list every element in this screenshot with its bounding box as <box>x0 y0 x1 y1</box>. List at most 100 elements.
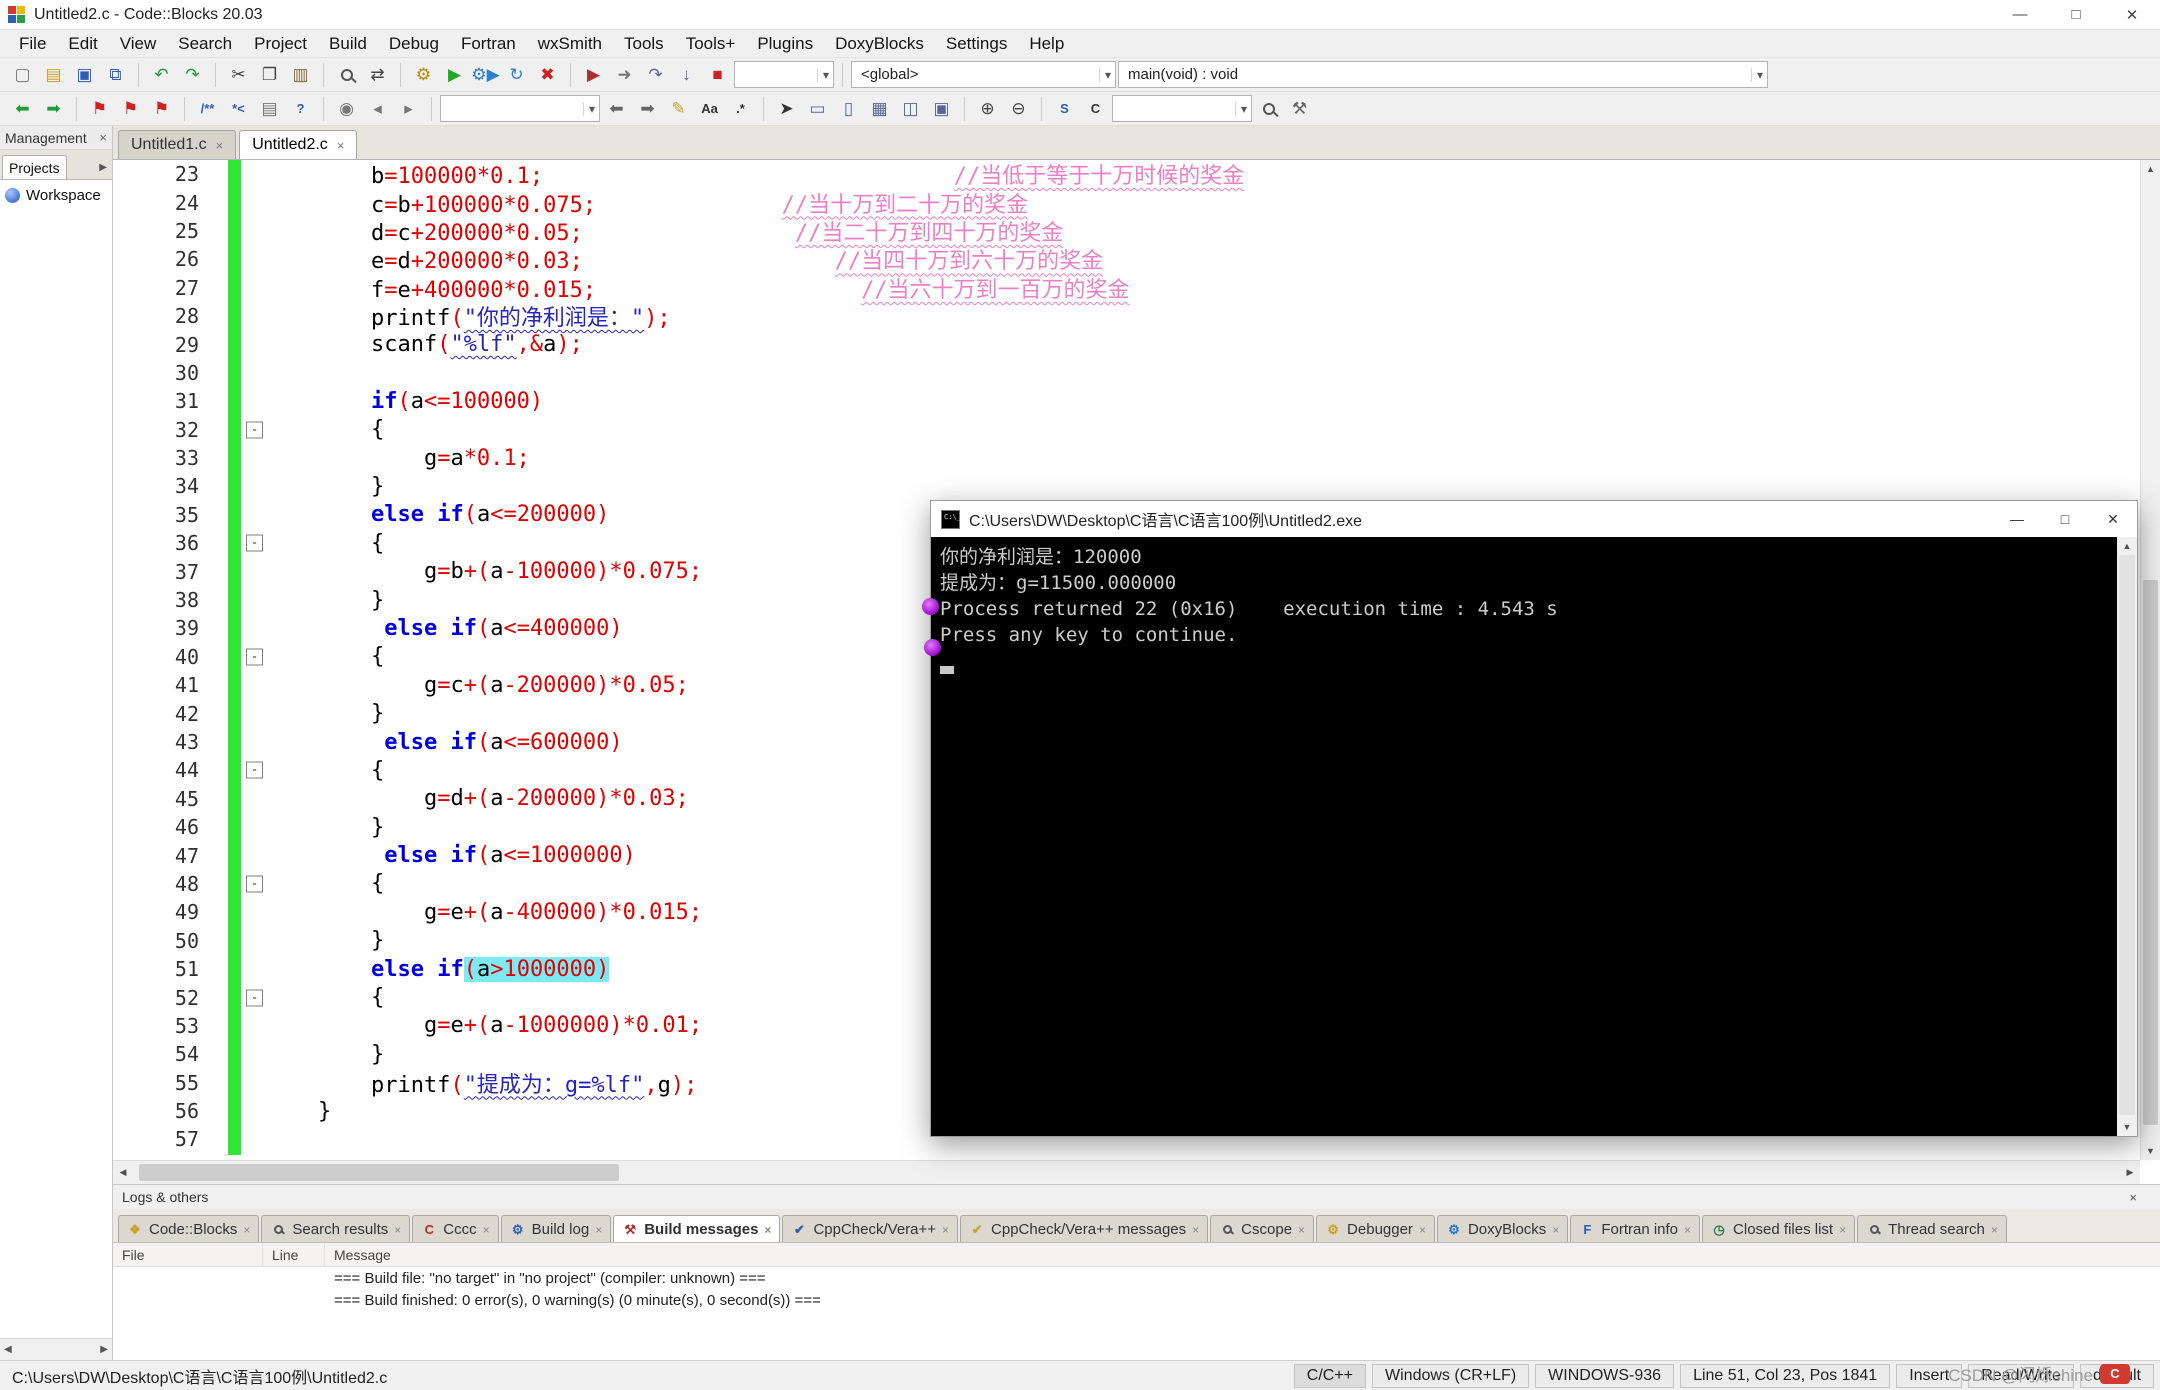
gutter[interactable] <box>213 359 265 387</box>
close-icon[interactable]: × <box>595 1223 602 1237</box>
chevron-down-icon[interactable]: ▾ <box>1098 67 1111 82</box>
code-text[interactable]: else if(a<=400000) <box>265 616 622 641</box>
line-number[interactable]: 44 <box>113 758 213 782</box>
code-text[interactable]: printf("你的净利润是："); <box>265 300 671 332</box>
rebuild-button[interactable]: ↻ <box>502 61 531 89</box>
doxy-line-comment-button[interactable]: *< <box>224 95 253 123</box>
close-icon[interactable]: × <box>337 138 345 153</box>
gutter[interactable]: - <box>213 529 265 557</box>
menu-item-settings[interactable]: Settings <box>935 30 1018 58</box>
gutter[interactable] <box>213 671 265 699</box>
nav-forward-button[interactable]: ➡ <box>39 95 68 123</box>
code-text[interactable]: { <box>265 758 384 783</box>
fold-marker-icon[interactable]: - <box>246 421 263 439</box>
scroll-left-icon[interactable]: ◀ <box>4 1344 12 1355</box>
log-tab-cppcheck-vera-messages[interactable]: ✔ CppCheck/Vera++ messages × <box>960 1215 1209 1242</box>
line-number[interactable]: 51 <box>113 957 213 981</box>
undo-button[interactable]: ↶ <box>147 61 176 89</box>
code-text[interactable]: if(a<=100000) <box>265 389 543 414</box>
code-text[interactable]: } <box>265 815 384 840</box>
line-number[interactable]: 41 <box>113 673 213 697</box>
log-tab-cppcheck-vera[interactable]: ✔ CppCheck/Vera++ × <box>782 1215 959 1242</box>
line-number[interactable]: 28 <box>113 304 213 328</box>
menu-item-tools[interactable]: Tools <box>613 30 675 58</box>
search-options-button[interactable]: ⚒ <box>1285 95 1314 123</box>
tab-scroll-right-icon[interactable]: ▶ <box>96 156 110 179</box>
minimize-button[interactable]: — <box>1992 0 2048 29</box>
gutter[interactable] <box>213 217 265 245</box>
line-number[interactable]: 30 <box>113 361 213 385</box>
close-icon[interactable]: × <box>1991 1223 1998 1237</box>
chevron-down-icon[interactable]: ▾ <box>816 67 829 82</box>
log-tab-debugger[interactable]: ⚙ Debugger × <box>1316 1215 1435 1242</box>
close-icon[interactable]: × <box>1839 1223 1846 1237</box>
gutter[interactable] <box>213 813 265 841</box>
gutter[interactable] <box>213 586 265 614</box>
sidebar-hscrollbar[interactable]: ◀ ▶ <box>0 1338 112 1360</box>
console-maximize-button[interactable]: □ <box>2041 501 2089 537</box>
fold-marker-icon[interactable]: - <box>246 648 263 666</box>
close-icon[interactable]: × <box>942 1223 949 1237</box>
scroll-right-icon[interactable]: ▶ <box>100 1344 108 1355</box>
jump-forward-button[interactable]: ▸ <box>394 95 423 123</box>
line-number[interactable]: 56 <box>113 1099 213 1123</box>
tree-item-workspace[interactable]: Workspace <box>5 187 107 204</box>
code-text[interactable]: g=e+(a-400000)*0.015; <box>265 900 702 925</box>
scope-combo[interactable]: <global> ▾ <box>851 61 1116 88</box>
line-number[interactable]: 29 <box>113 333 213 357</box>
line-number[interactable]: 32 <box>113 418 213 442</box>
line-number[interactable]: 46 <box>113 815 213 839</box>
log-tab-search-results[interactable]: Search results × <box>261 1215 411 1242</box>
close-icon[interactable]: × <box>483 1223 490 1237</box>
doxy-extract-docs-button[interactable]: ▤ <box>255 95 284 123</box>
code-text[interactable]: else if(a<=200000) <box>265 502 609 527</box>
maximize-button[interactable]: □ <box>2048 0 2104 29</box>
line-number[interactable]: 26 <box>113 247 213 271</box>
line-number[interactable]: 49 <box>113 900 213 924</box>
gutter[interactable] <box>213 274 265 302</box>
save-button[interactable]: ▣ <box>70 61 99 89</box>
code-text[interactable]: g=e+(a-1000000)*0.01; <box>265 1013 702 1038</box>
code-text[interactable]: else if(a>1000000) <box>265 956 610 982</box>
code-text[interactable]: f=e+400000*0.015; //当六十万到一百万的奖金 <box>265 272 1130 304</box>
gutter[interactable] <box>213 444 265 472</box>
run-to-cursor-button[interactable]: ➜ <box>610 61 639 89</box>
line-number[interactable]: 38 <box>113 588 213 612</box>
code-text[interactable]: else if(a<=600000) <box>265 730 622 755</box>
menu-item-file[interactable]: File <box>8 30 57 58</box>
build-target-combo[interactable]: ▾ <box>734 61 834 88</box>
menu-item-view[interactable]: View <box>109 30 168 58</box>
code-text[interactable]: } <box>265 928 384 953</box>
redo-button[interactable]: ↷ <box>178 61 207 89</box>
editor-hscrollbar[interactable]: ◀ ▶ <box>113 1160 2140 1184</box>
gutter[interactable] <box>213 557 265 585</box>
console-close-button[interactable]: ✕ <box>2089 501 2137 537</box>
gutter[interactable] <box>213 841 265 869</box>
menu-item-plugins[interactable]: Plugins <box>746 30 824 58</box>
line-number[interactable]: 50 <box>113 929 213 953</box>
menu-item-tools[interactable]: Tools+ <box>675 30 747 58</box>
next-bookmark-button[interactable]: ⚑ <box>147 95 176 123</box>
chevron-down-icon[interactable]: ▾ <box>1234 101 1247 116</box>
highlight-occurrences-button[interactable]: ✎ <box>664 95 693 123</box>
thread-search-button[interactable] <box>1254 95 1283 123</box>
code-text[interactable]: g=b+(a-100000)*0.075; <box>265 559 702 584</box>
close-icon[interactable]: × <box>1552 1223 1559 1237</box>
close-icon[interactable]: × <box>1298 1223 1305 1237</box>
show-cscope-button[interactable]: C <box>1081 95 1110 123</box>
line-number[interactable]: 27 <box>113 276 213 300</box>
line-number[interactable]: 52 <box>113 986 213 1010</box>
menu-item-doxyblocks[interactable]: DoxyBlocks <box>824 30 935 58</box>
build-message-row[interactable]: === Build file: "no target" in "no proje… <box>113 1267 2160 1289</box>
line-number[interactable]: 23 <box>113 162 213 186</box>
replace-button[interactable]: ⇄ <box>363 61 392 89</box>
close-icon[interactable]: × <box>216 138 224 153</box>
console-vscrollbar[interactable]: ▲ ▼ <box>2117 537 2137 1136</box>
line-number[interactable]: 37 <box>113 560 213 584</box>
log-tab-cscope[interactable]: Cscope × <box>1210 1215 1315 1242</box>
zoom-in-button[interactable]: ⊕ <box>973 95 1002 123</box>
prev-bookmark-button[interactable]: ⚑ <box>116 95 145 123</box>
scroll-up-icon[interactable]: ▲ <box>2141 160 2160 178</box>
paste-button[interactable]: ▥ <box>286 61 315 89</box>
close-icon[interactable]: × <box>2129 1190 2151 1205</box>
